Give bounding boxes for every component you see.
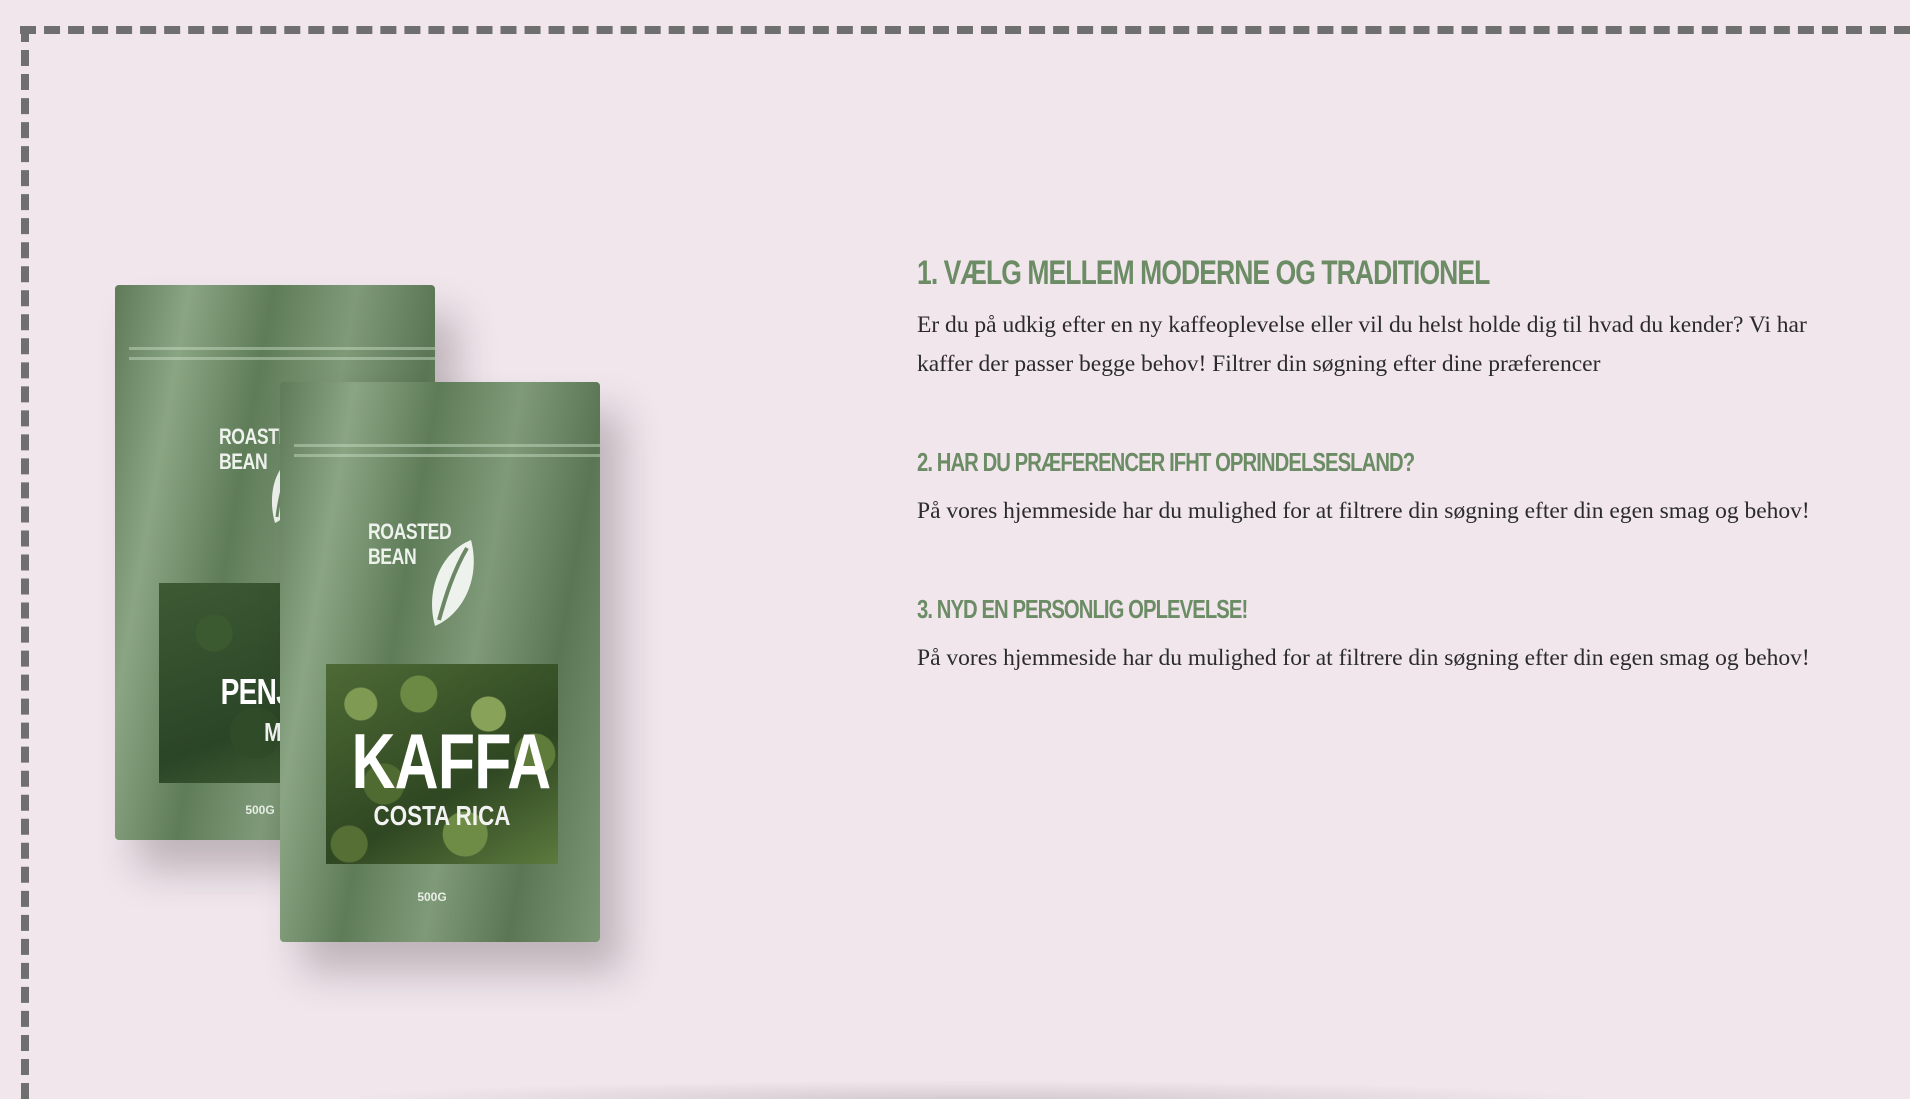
step-text: Er du på udkig efter en ny kaffeoplevels… (917, 312, 1807, 377)
steps-content: 1. VÆLG MELLEM MODERNE OG TRADITIONEL Er… (917, 250, 1857, 736)
step-text: På vores hjemmeside har du mulighed for … (917, 498, 1810, 524)
step-text: På vores hjemmeside har du mulighed for … (917, 645, 1810, 671)
dashed-border-top (20, 26, 1910, 34)
product-image: ROASTE BEAN PENJA COL MEXIC 500G ROASTED… (100, 270, 680, 1010)
bag-label-title: KAFFA (351, 717, 552, 805)
coffee-bag-front: ROASTED BEAN KAFFA COSTA RICA 500G (280, 382, 600, 942)
section-divider-shadow (330, 1080, 1610, 1099)
step-item: 1. VÆLG MELLEM MODERNE OG TRADITIONEL Er… (917, 250, 1857, 384)
step-title: 2. HAR DU PRÆFERENCER IFHT OPRINDELSESLA… (917, 447, 1415, 477)
step-item: 3. NYD EN PERSONLIG OPLEVELSE! På vores … (917, 589, 1857, 678)
bag-label: KAFFA COSTA RICA (326, 664, 558, 864)
step-item: 2. HAR DU PRÆFERENCER IFHT OPRINDELSESLA… (917, 442, 1857, 531)
bag-label-subtitle: COSTA RICA (373, 800, 511, 831)
coffee-bean-logo-icon (432, 540, 474, 626)
step-title: 1. VÆLG MELLEM MODERNE OG TRADITIONEL (917, 254, 1490, 292)
dashed-border-left (21, 26, 29, 1099)
step-title: 3. NYD EN PERSONLIG OPLEVELSE! (917, 594, 1248, 624)
bag-weight: 500G (417, 890, 447, 904)
